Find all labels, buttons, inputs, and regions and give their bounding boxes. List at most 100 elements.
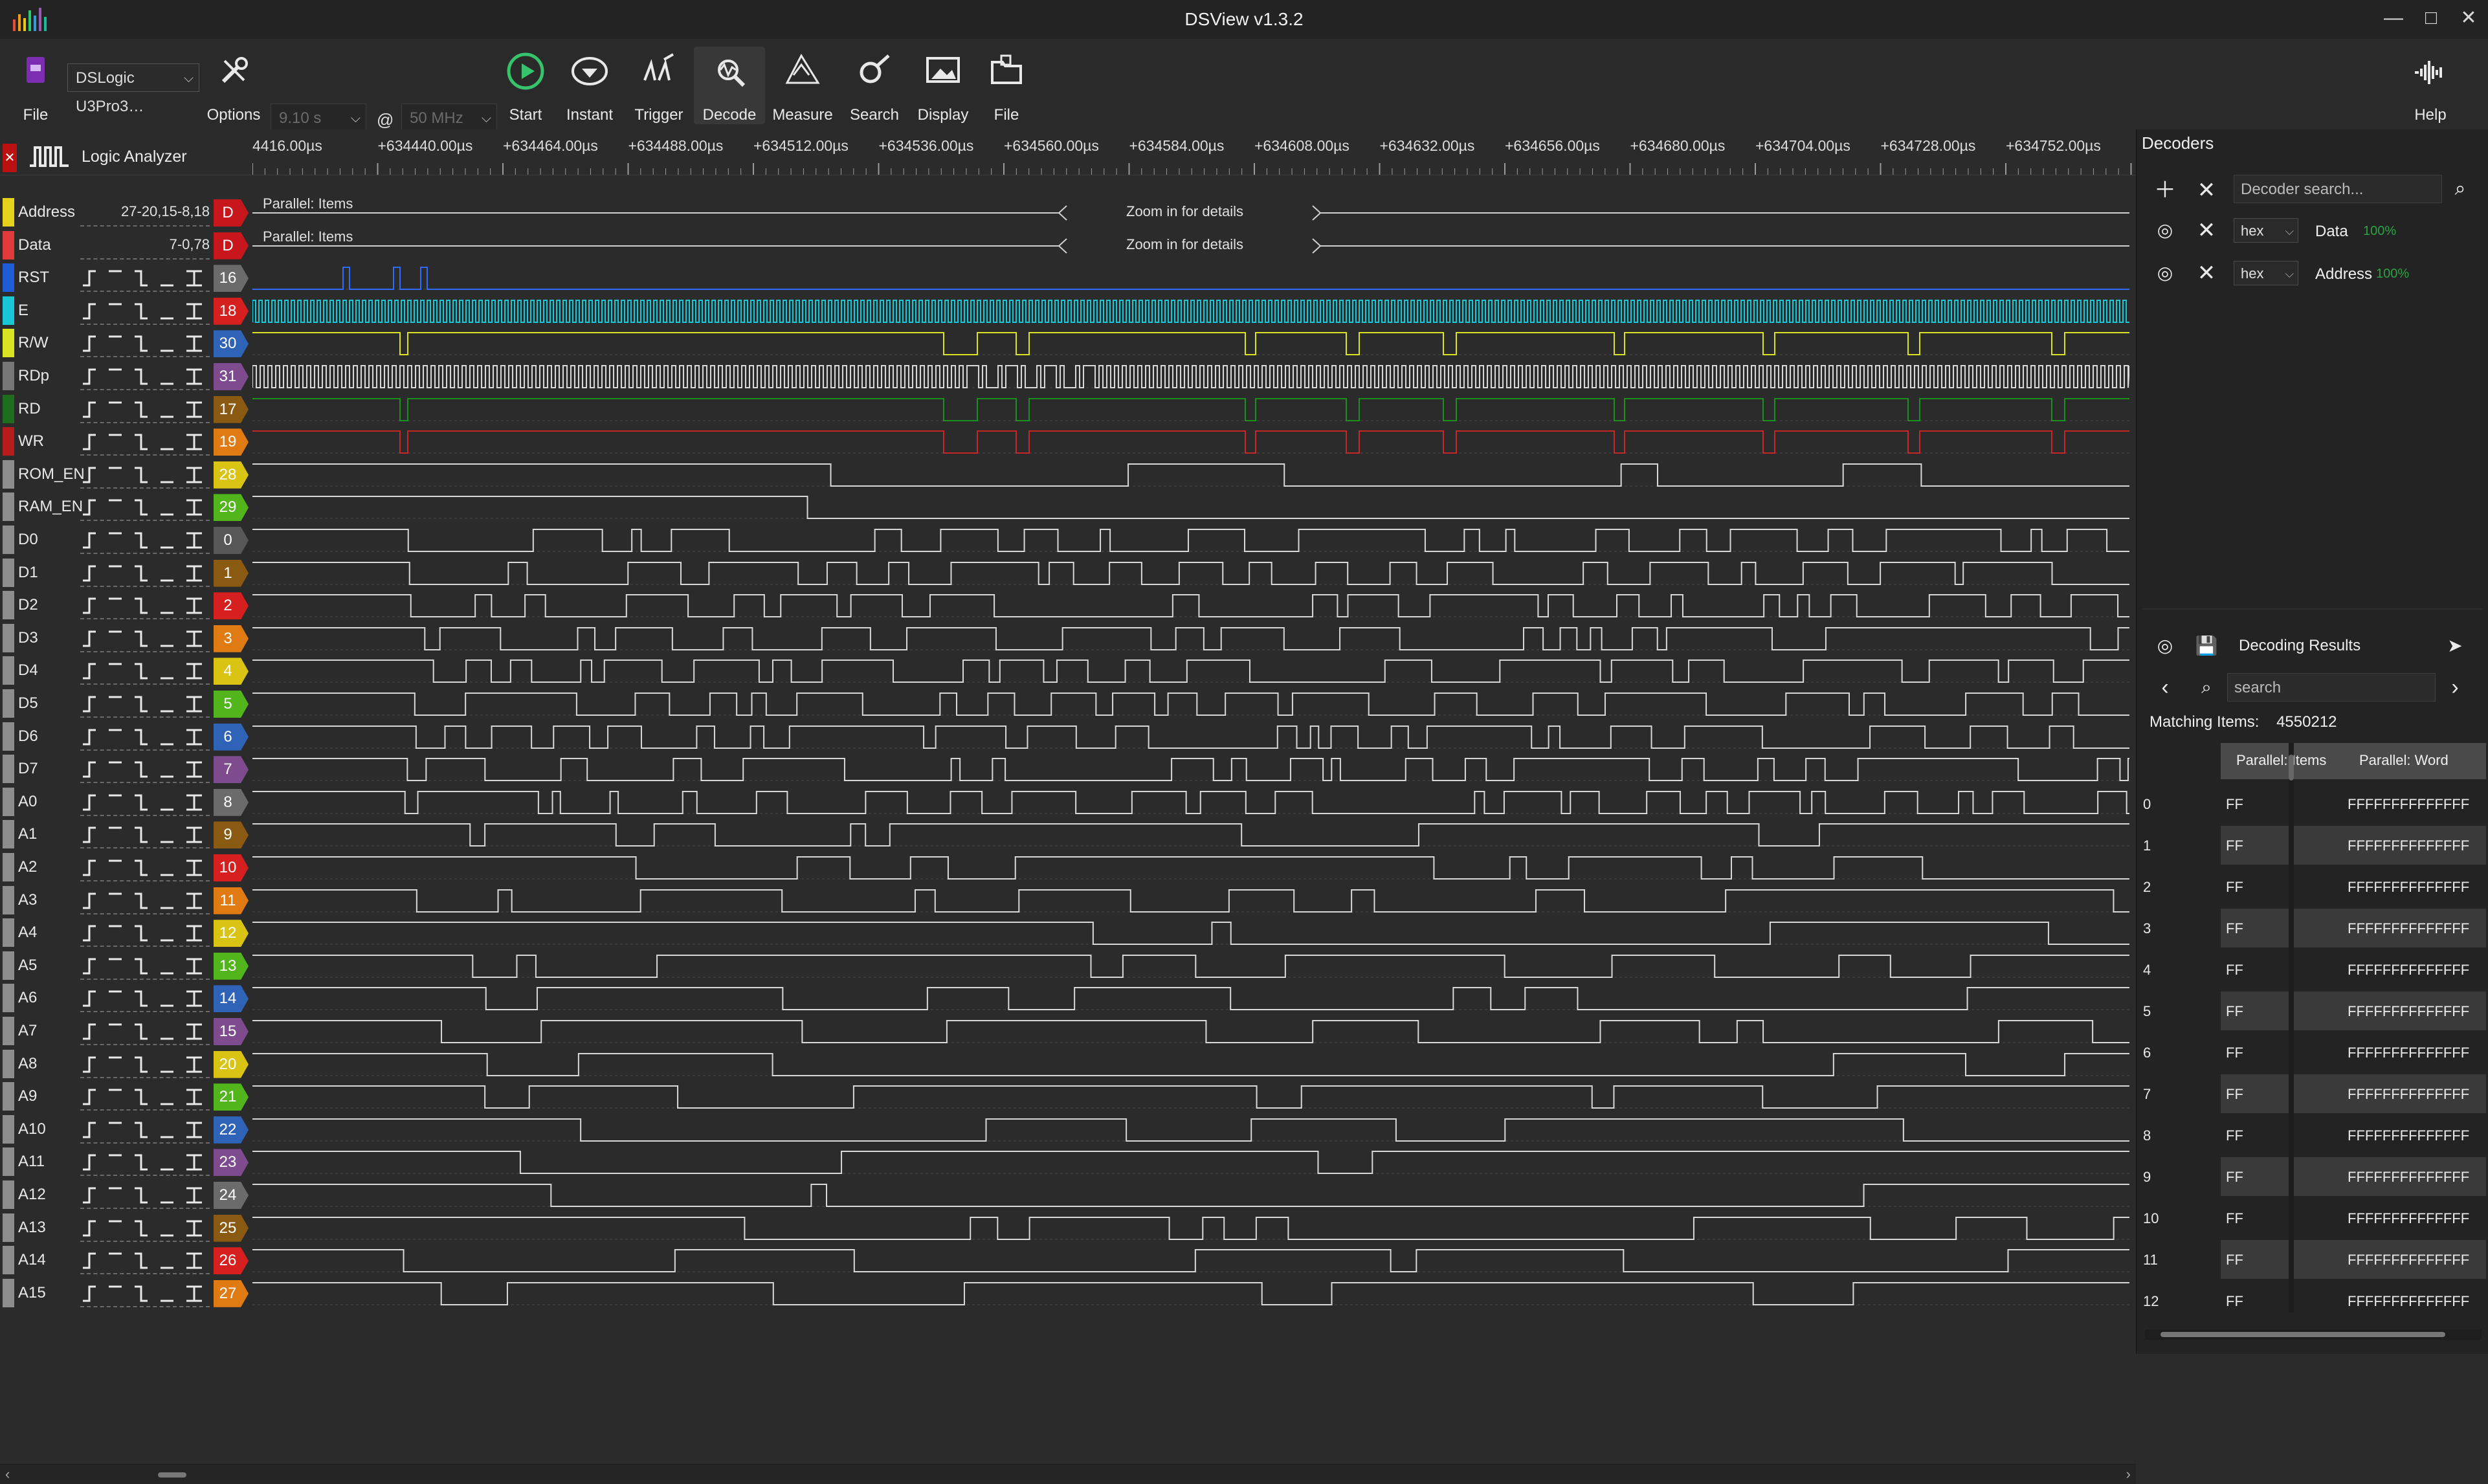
device-select[interactable]: DSLogic U3Pro3… ⌵: [67, 63, 199, 115]
channel-waveform[interactable]: [252, 1212, 2129, 1245]
trigger-options-icon[interactable]: [80, 759, 207, 781]
trigger-options-icon[interactable]: [80, 988, 207, 1010]
channel-waveform[interactable]: [252, 721, 2129, 753]
channel-index-badge[interactable]: 23: [214, 1149, 249, 1177]
channel-row[interactable]: RST 16: [0, 262, 2136, 294]
channel-index-badge[interactable]: 13: [214, 952, 249, 980]
channel-row[interactable]: A3 11: [0, 885, 2136, 917]
decoder-badge[interactable]: D: [214, 199, 249, 227]
trigger-options-icon[interactable]: [80, 333, 207, 355]
trigger-options-icon[interactable]: [80, 955, 207, 977]
channel-row[interactable]: RDp 31: [0, 360, 2136, 393]
remove-decoder-icon[interactable]: ✕: [2192, 259, 2221, 287]
channel-waveform[interactable]: [252, 917, 2129, 949]
channel-waveform[interactable]: [252, 950, 2158, 982]
trigger-options-icon[interactable]: [80, 1184, 207, 1206]
channel-row[interactable]: D5 5: [0, 688, 2136, 720]
channel-waveform[interactable]: [252, 524, 2140, 557]
channel-row[interactable]: A2 10: [0, 852, 2137, 884]
channel-index-badge[interactable]: 11: [214, 887, 249, 914]
channel-row[interactable]: A4 12: [0, 917, 2136, 949]
channel-index-badge[interactable]: 9: [214, 821, 249, 849]
channel-row[interactable]: R/W 30: [0, 327, 2136, 360]
channel-index-badge[interactable]: 6: [214, 723, 249, 751]
channel-row[interactable]: A9 21: [0, 1081, 2136, 1113]
result-row[interactable]: FF FFFFFFFFFFFFFF: [2221, 1074, 2486, 1113]
scroll-left-icon[interactable]: ‹: [5, 1466, 10, 1483]
options-button[interactable]: Options: [198, 47, 269, 124]
channel-waveform[interactable]: [252, 982, 2142, 1015]
decoder-format-select[interactable]: hex ⌵: [2234, 261, 2298, 285]
channel-row[interactable]: A7 15: [0, 1015, 2141, 1048]
result-row[interactable]: FF FFFFFFFFFFFFFF: [2221, 826, 2486, 865]
result-row[interactable]: FF FFFFFFFFFFFFFF: [2221, 991, 2486, 1030]
close-icon[interactable]: ✕: [3, 144, 17, 172]
channel-waveform[interactable]: [252, 1048, 2129, 1081]
channel-waveform[interactable]: [252, 1081, 2129, 1113]
start-button[interactable]: Start: [490, 47, 561, 124]
search-icon[interactable]: ⌕: [2446, 175, 2474, 203]
trigger-options-icon[interactable]: [80, 726, 207, 748]
channel-waveform[interactable]: [252, 623, 2129, 655]
result-row[interactable]: FF FFFFFFFFFFFFFF: [2221, 784, 2486, 823]
trigger-options-icon[interactable]: [80, 693, 207, 715]
channel-row[interactable]: E 18: [0, 295, 2136, 327]
decoder-settings-icon[interactable]: ◎: [2151, 259, 2179, 287]
decoder-settings-icon[interactable]: ◎: [2151, 632, 2179, 660]
channel-waveform[interactable]: [252, 262, 2129, 294]
channel-index-badge[interactable]: 29: [214, 494, 249, 522]
trigger-options-icon[interactable]: [80, 824, 207, 846]
horizontal-scrollbar[interactable]: ‹ ›: [0, 1464, 2136, 1484]
channel-row[interactable]: ROM_EN 28: [0, 459, 2136, 491]
channel-index-badge[interactable]: 15: [214, 1018, 249, 1045]
channel-waveform[interactable]: [252, 786, 2153, 819]
channel-waveform[interactable]: [252, 753, 2129, 786]
channel-row[interactable]: RD 17: [0, 393, 2136, 426]
channel-waveform[interactable]: [252, 655, 2129, 687]
channel-index-badge[interactable]: 20: [214, 1050, 249, 1078]
trigger-options-icon[interactable]: [80, 464, 207, 486]
result-row[interactable]: FF FFFFFFFFFFFFFF: [2221, 867, 2486, 906]
channel-waveform[interactable]: [252, 1146, 2129, 1179]
save-icon[interactable]: 💾: [2192, 632, 2221, 660]
channel-waveform[interactable]: [252, 459, 2129, 491]
time-ruler[interactable]: ✕ Logic Analyzer 4416.00µs +634440.00µs +6…: [0, 129, 2136, 175]
search-button[interactable]: Search: [839, 47, 910, 124]
decoder-row[interactable]: Data 7-0,78 D Parallel: Items Zoom in fo…: [0, 228, 2136, 262]
trigger-options-icon[interactable]: [80, 366, 207, 388]
scroll-thumb[interactable]: [158, 1472, 186, 1478]
channel-index-badge[interactable]: 0: [214, 527, 249, 554]
instant-button[interactable]: Instant: [554, 47, 625, 124]
samplerate-select[interactable]: 50 MHz ⌵: [401, 104, 497, 132]
channel-row[interactable]: WR 19: [0, 426, 2136, 458]
channel-index-badge[interactable]: 26: [214, 1247, 249, 1275]
trigger-options-icon[interactable]: [80, 628, 207, 650]
trigger-options-icon[interactable]: [80, 922, 207, 944]
channel-waveform[interactable]: [252, 819, 2182, 851]
result-row[interactable]: FF FFFFFFFFFFFFFF: [2221, 909, 2486, 947]
channel-index-badge[interactable]: 10: [214, 854, 249, 881]
display-button[interactable]: Display: [907, 47, 979, 124]
decoder-badge[interactable]: D: [214, 232, 249, 260]
trigger-options-icon[interactable]: [80, 1217, 207, 1239]
channel-waveform[interactable]: [252, 688, 2129, 720]
channel-index-badge[interactable]: 14: [214, 985, 249, 1013]
channel-index-badge[interactable]: 3: [214, 625, 249, 652]
decoder-track[interactable]: Parallel: Items Zoom in for details: [252, 228, 2129, 262]
channel-row[interactable]: A0 8: [0, 786, 2153, 819]
channel-waveform[interactable]: [252, 1179, 2129, 1212]
locate-icon[interactable]: ➤: [2441, 632, 2469, 660]
channel-row[interactable]: A10 22: [0, 1114, 2136, 1146]
channel-index-badge[interactable]: 16: [214, 265, 249, 293]
scroll-right-icon[interactable]: ›: [2126, 1466, 2131, 1483]
results-search-input[interactable]: search: [2227, 673, 2436, 702]
results-vertical-scrollbar[interactable]: [2289, 743, 2294, 1312]
add-decoder-icon[interactable]: ＋: [2151, 176, 2179, 205]
channel-index-badge[interactable]: 17: [214, 395, 249, 423]
trigger-options-icon[interactable]: [80, 660, 207, 682]
channel-row[interactable]: D4 4: [0, 655, 2136, 687]
channel-waveform[interactable]: [252, 1015, 2141, 1048]
results-table[interactable]: Parallel: Items Parallel: Word FF FFFFFF…: [2221, 743, 2486, 1312]
file-save-button[interactable]: File: [971, 47, 1042, 124]
remove-decoder-icon[interactable]: ✕: [2192, 176, 2221, 205]
